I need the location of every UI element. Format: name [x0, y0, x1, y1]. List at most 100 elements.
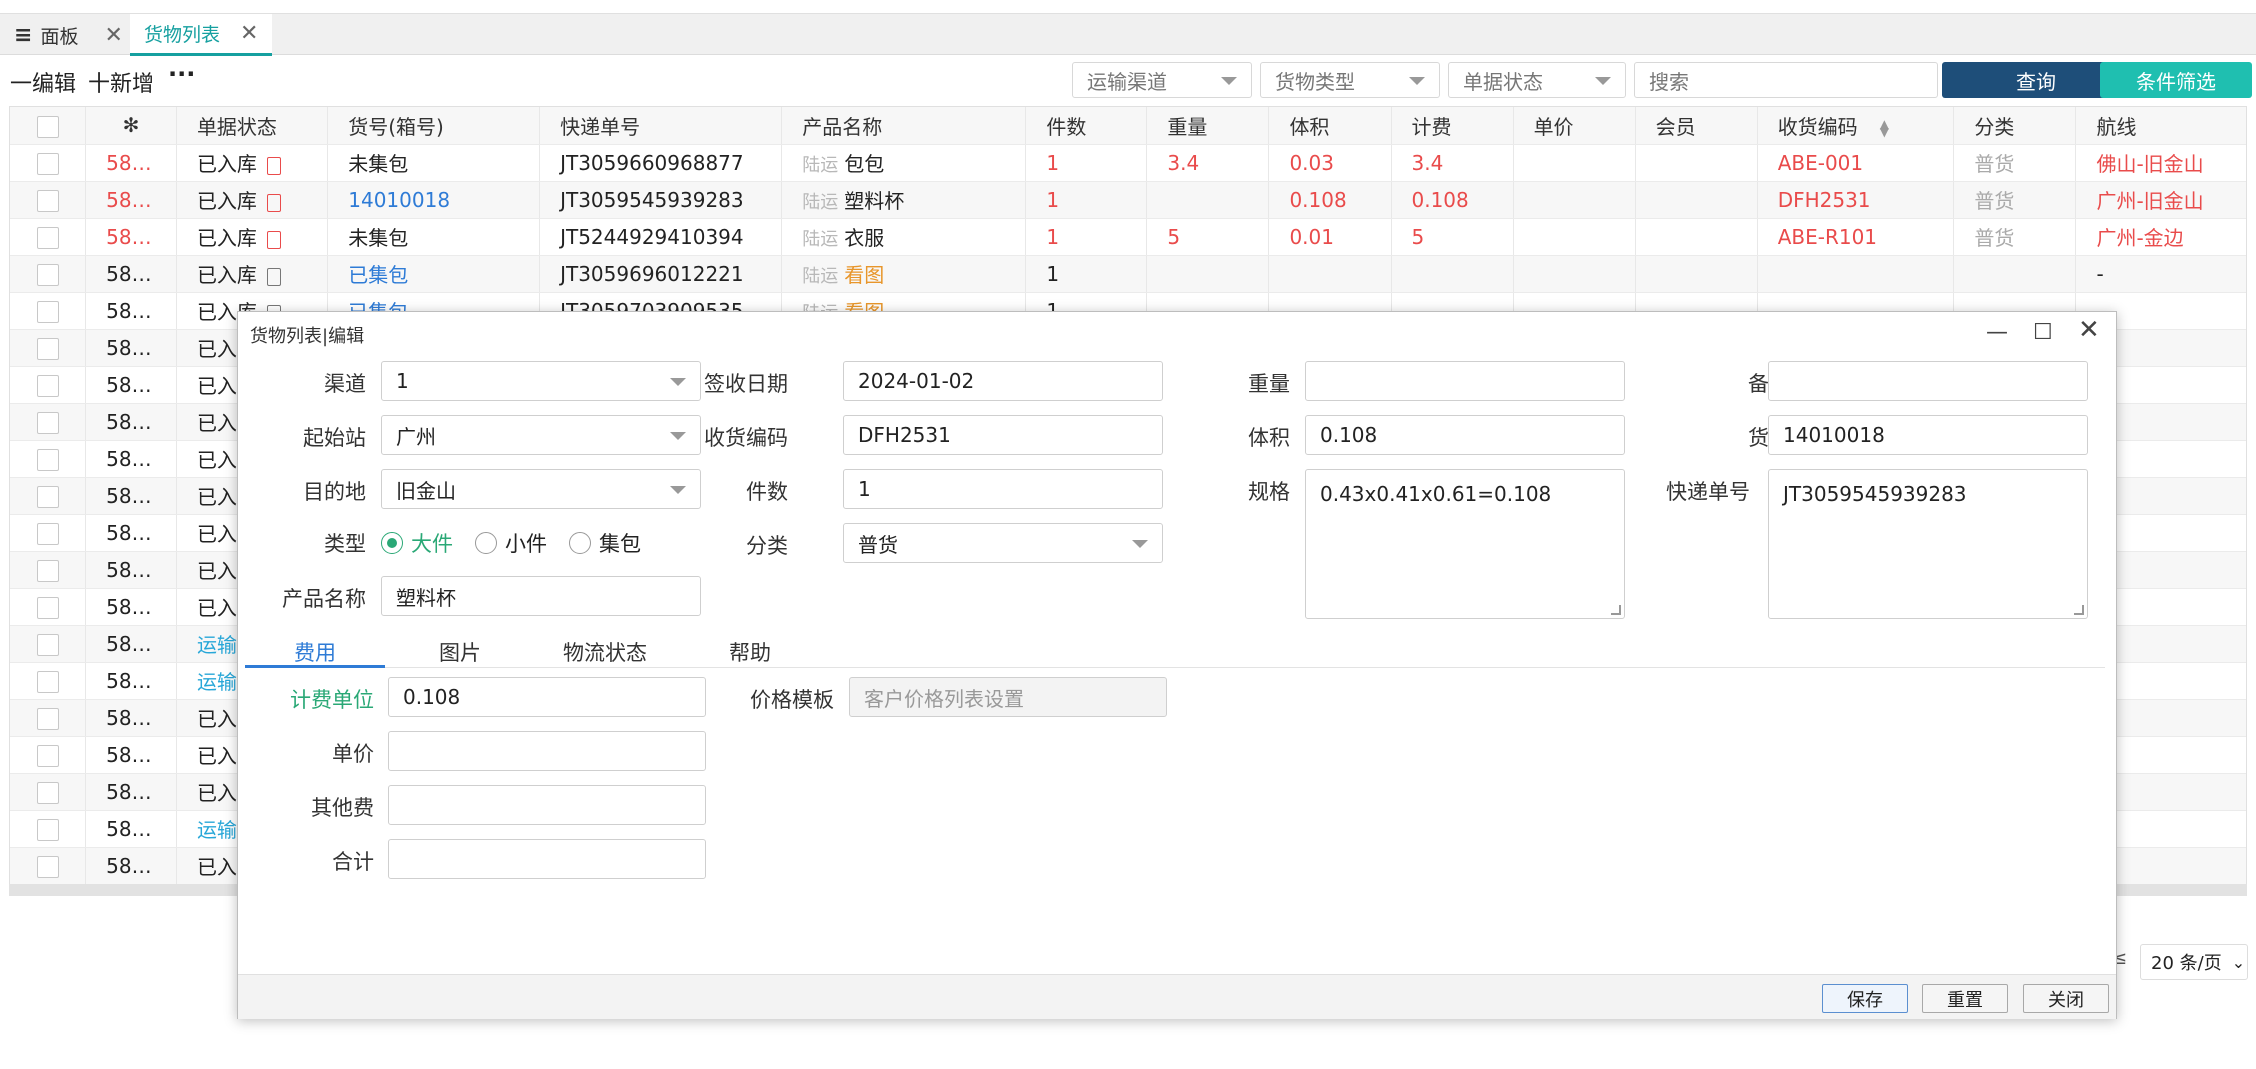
edit-button[interactable]: 一编辑: [10, 66, 76, 98]
tab-fee[interactable]: 费用: [245, 634, 385, 668]
document-icon[interactable]: [266, 193, 281, 212]
volume-input[interactable]: 0.108: [1305, 415, 1625, 455]
receive-code-value: DFH2531: [858, 423, 951, 447]
product-name-input[interactable]: 塑料杯: [381, 576, 701, 616]
save-button[interactable]: 保存: [1822, 984, 1908, 1013]
remark-input[interactable]: [1768, 361, 2088, 401]
document-icon[interactable]: [266, 156, 281, 175]
cargo-number-input[interactable]: 14010018: [1768, 415, 2088, 455]
radio-unchecked-icon: [475, 532, 497, 554]
price-template-label: 价格模板: [750, 688, 834, 712]
page-size-select[interactable]: 20 条/页 ⌄: [2140, 944, 2248, 980]
column-header-label: 件数: [1046, 114, 1087, 139]
spec-textarea[interactable]: 0.43x0.41x0.61=0.108: [1305, 469, 1625, 619]
reset-button[interactable]: 重置: [1922, 984, 2008, 1013]
add-button[interactable]: 十新增: [88, 66, 154, 98]
unit-price-input[interactable]: [388, 731, 706, 771]
resize-grip-icon[interactable]: [2074, 605, 2084, 615]
cell-id-text: 58…: [106, 594, 152, 619]
billing-unit-input[interactable]: 0.108: [388, 677, 706, 717]
row-checkbox[interactable]: [36, 633, 59, 656]
row-checkbox[interactable]: [36, 226, 59, 249]
category-select[interactable]: 普货: [843, 523, 1163, 563]
tab-cargo-list-label: 货物列表: [144, 24, 221, 46]
page-size-value: 20 条/页: [2151, 953, 2222, 974]
cargo-type-filter-select[interactable]: 货物类型: [1260, 62, 1440, 98]
row-checkbox[interactable]: [36, 152, 59, 175]
row-checkbox[interactable]: [36, 300, 59, 323]
table-row[interactable]: 58… 已入库 14010018 JT3059545939283 陆运 塑料杯 1 0.108…: [10, 181, 2246, 219]
cell-weight: [1146, 181, 1270, 219]
price-template-input[interactable]: 客户价格列表设置: [849, 677, 1167, 717]
cell-quantity: 1: [1025, 218, 1148, 256]
row-checkbox[interactable]: [36, 411, 59, 434]
row-checkbox[interactable]: [36, 189, 59, 212]
column-header: 重量: [1146, 107, 1270, 145]
receive-code-input[interactable]: DFH2531: [843, 415, 1163, 455]
tab-images[interactable]: 图片: [395, 634, 525, 668]
table-row[interactable]: 58… 已入库 未集包 JT5244929410394 陆运 衣服 1 5 0.01 5 ABE-R…: [10, 218, 2246, 256]
express-number-textarea[interactable]: JT3059545939283: [1768, 469, 2088, 619]
type-radio-small[interactable]: 小件: [475, 528, 547, 558]
search-input[interactable]: 搜索: [1634, 62, 1938, 98]
table-row[interactable]: 58… 已入库 已集包 JT3059696012221 陆运 看图 1 -: [10, 255, 2246, 293]
search-placeholder: 搜索: [1649, 69, 1689, 94]
row-checkbox[interactable]: [36, 337, 59, 360]
minimize-icon[interactable]: —: [1986, 320, 2008, 345]
tab-help[interactable]: 帮助: [685, 634, 815, 668]
sort-icon[interactable]: ▲ ▼: [1880, 118, 1889, 138]
resize-grip-icon[interactable]: [1611, 605, 1621, 615]
more-button[interactable]: ···: [168, 60, 195, 88]
row-checkbox[interactable]: [36, 744, 59, 767]
column-header-label: 收货编码: [1777, 114, 1858, 139]
close-icon[interactable]: ✕: [2078, 315, 2100, 345]
product-name-text: 衣服: [844, 226, 885, 250]
row-checkbox[interactable]: [36, 707, 59, 730]
cell-id-text: 58…: [106, 483, 152, 508]
row-checkbox-cell: [10, 218, 87, 256]
total-input[interactable]: [388, 839, 706, 879]
sign-date-input[interactable]: 2024-01-02: [843, 361, 1163, 401]
dialog-footer: 保存 重置 关闭: [238, 974, 2116, 1019]
close-icon[interactable]: ✕: [240, 21, 258, 46]
cell-id: 58…: [85, 514, 177, 552]
document-icon[interactable]: [266, 230, 281, 249]
table-row[interactable]: 58… 已入库 未集包 JT3059660968877 陆运 包包 1 3.4 0.03 3.4 A…: [10, 144, 2246, 182]
product-name-text[interactable]: 看图: [844, 263, 884, 287]
other-fee-input[interactable]: [388, 785, 706, 825]
cell-cargo-number: 14010018: [327, 181, 541, 219]
row-checkbox-cell: [10, 625, 87, 663]
row-checkbox[interactable]: [36, 448, 59, 471]
cell-status-text: 已入: [196, 411, 237, 435]
cell-status: 已入库: [176, 144, 329, 182]
close-button[interactable]: 关闭: [2023, 984, 2109, 1013]
type-radio-large[interactable]: 大件: [381, 528, 453, 558]
chevron-down-icon: ⌄: [2231, 952, 2246, 972]
condition-filter-button[interactable]: 条件筛选: [2100, 62, 2252, 98]
maximize-icon[interactable]: ☐: [2033, 320, 2053, 345]
document-icon[interactable]: [266, 267, 281, 286]
cell-receive-code-text: ABE-R101: [1777, 224, 1878, 249]
tab-logistics-status[interactable]: 物流状态: [530, 634, 680, 668]
row-checkbox[interactable]: [36, 781, 59, 804]
tab-panel[interactable]: ≡ 面板 ✕: [14, 14, 123, 56]
weight-input[interactable]: [1305, 361, 1625, 401]
select-all-checkbox[interactable]: [36, 115, 59, 138]
row-checkbox[interactable]: [36, 559, 59, 582]
row-checkbox[interactable]: [36, 670, 59, 693]
tab-cargo-list[interactable]: 货物列表 ✕: [130, 14, 272, 56]
row-checkbox[interactable]: [36, 818, 59, 841]
row-checkbox[interactable]: [36, 374, 59, 397]
cell-id: 58…: [85, 144, 177, 182]
quantity-input[interactable]: 1: [843, 469, 1163, 509]
row-checkbox[interactable]: [36, 522, 59, 545]
status-filter-select[interactable]: 单据状态: [1448, 62, 1626, 98]
close-icon[interactable]: ✕: [104, 23, 122, 48]
row-checkbox[interactable]: [36, 263, 59, 286]
channel-filter-select[interactable]: 运输渠道: [1072, 62, 1252, 98]
row-checkbox[interactable]: [36, 596, 59, 619]
cell-status-text: 已入: [196, 522, 237, 546]
row-checkbox[interactable]: [36, 855, 59, 878]
row-checkbox[interactable]: [36, 485, 59, 508]
row-checkbox-cell: [10, 810, 87, 848]
